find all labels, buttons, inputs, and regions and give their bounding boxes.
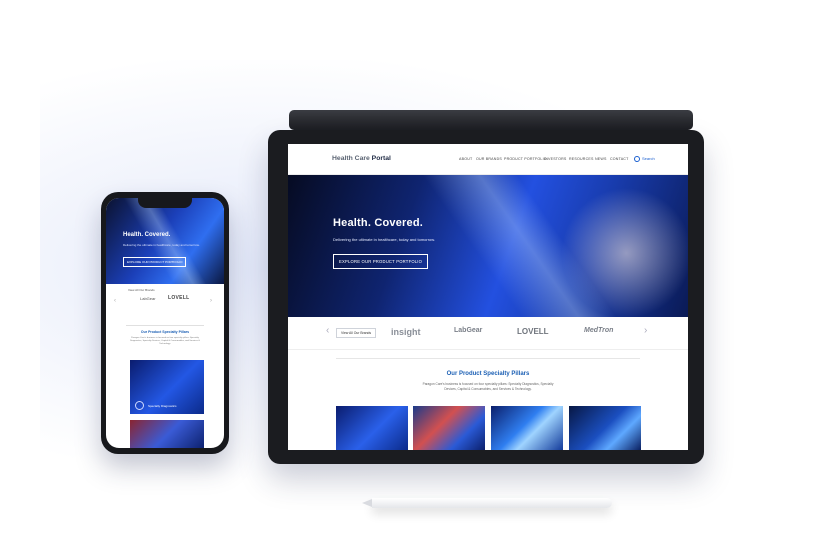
pillar-card-4[interactable] — [569, 406, 641, 450]
stylus-pencil — [362, 498, 612, 508]
phone-pillar-card[interactable]: Specialty Diagnostics — [130, 360, 204, 414]
search-label: Search — [642, 156, 655, 162]
phone-pillar-card[interactable] — [130, 420, 204, 448]
pillars-text: Paragon Care's business is focused on fo… — [422, 382, 554, 391]
brand-logo-lovell[interactable]: LOVELL — [517, 327, 549, 336]
pillar-card-3[interactable] — [491, 406, 563, 450]
logo-strong: Portal — [371, 155, 391, 162]
phone-explore-button[interactable]: EXPLORE OUR PRODUCT PORTFOLIO — [123, 257, 187, 267]
pencil-tip — [362, 499, 372, 507]
pillar-card-2[interactable] — [413, 406, 485, 450]
explore-portfolio-button[interactable]: EXPLORE OUR PRODUCT PORTFOLIO — [333, 254, 429, 269]
brands-carousel: ‹ View All Our Brands insight LabGear LO… — [288, 317, 688, 350]
hero-subtitle: Delivering the ultimate in healthcare, t… — [333, 237, 436, 242]
top-navigation: Health Care Portal ABOUT OUR BRANDS PROD… — [288, 144, 688, 175]
phone-hero-subtitle: Delivering the ultimate in healthcare, t… — [123, 243, 200, 247]
nav-item-our-brands[interactable]: OUR BRANDS — [476, 157, 502, 161]
hero-banner: Health. Covered. Delivering the ultimate… — [288, 175, 688, 317]
phone-brands-strip: View All Our Brands ‹ LabGear LOVELL › — [106, 284, 224, 316]
nav-item-product-portfolio[interactable]: PRODUCT PORTFOLIO — [504, 157, 547, 161]
nav-item-investors[interactable]: INVESTORS — [544, 157, 567, 161]
hero-title: Health. Covered. — [333, 217, 424, 229]
carousel-prev-arrow-icon[interactable]: ‹ — [326, 325, 329, 336]
nav-item-about[interactable]: ABOUT — [459, 157, 472, 161]
phone-hero-title: Health. Covered. — [123, 232, 171, 238]
phone-pillars-title: Our Product Specialty Pillars — [140, 330, 190, 334]
pillars-title: Our Product Specialty Pillars — [446, 371, 530, 377]
tablet-device: Health Care Portal ABOUT OUR BRANDS PROD… — [268, 130, 704, 464]
carousel-next-arrow-icon[interactable]: › — [644, 325, 647, 336]
phone-divider — [126, 325, 204, 326]
phone-pillars-text: Paragon Care's business is focused on fo… — [130, 337, 200, 346]
nav-item-resources[interactable]: RESOURCES — [569, 157, 594, 161]
nav-item-news[interactable]: NEWS — [595, 157, 607, 161]
pillar-card-1[interactable] — [336, 406, 408, 450]
phone-brand-logo-lovell[interactable]: LOVELL — [168, 295, 190, 301]
tablet-screen: Health Care Portal ABOUT OUR BRANDS PROD… — [288, 144, 688, 450]
section-divider — [336, 358, 640, 359]
tablet-keyboard-edge — [289, 110, 693, 130]
phone-screen: Health. Covered. Delivering the ultimate… — [106, 198, 224, 448]
phone-notch — [138, 198, 192, 208]
phone-device: Health. Covered. Delivering the ultimate… — [101, 192, 229, 454]
brand-logo-insight[interactable]: insight — [391, 327, 421, 337]
search-button[interactable]: Search — [634, 156, 655, 162]
search-icon — [634, 156, 640, 162]
brand-logo-labgear[interactable]: LabGear — [454, 327, 482, 334]
logo-prefix: Health Care — [332, 155, 372, 162]
phone-brand-logo-labgear[interactable]: LabGear — [140, 296, 156, 301]
phone-hero-banner: Health. Covered. Delivering the ultimate… — [106, 198, 224, 284]
phone-prev-arrow-icon[interactable]: ‹ — [114, 298, 116, 304]
nav-item-contact[interactable]: CONTACT — [610, 157, 629, 161]
diagnostics-icon — [135, 401, 144, 410]
brand-logo-medtron[interactable]: MedTron — [584, 327, 613, 334]
site-logo[interactable]: Health Care Portal — [332, 155, 391, 162]
pillars-section: Our Product Specialty Pillars Paragon Ca… — [288, 350, 688, 450]
phone-next-arrow-icon[interactable]: › — [210, 298, 212, 304]
phone-view-all-link[interactable]: View All Our Brands — [128, 288, 155, 292]
view-all-brands-button[interactable]: View All Our Brands — [336, 328, 377, 338]
phone-pillar-card-label: Specialty Diagnostics — [148, 404, 177, 408]
